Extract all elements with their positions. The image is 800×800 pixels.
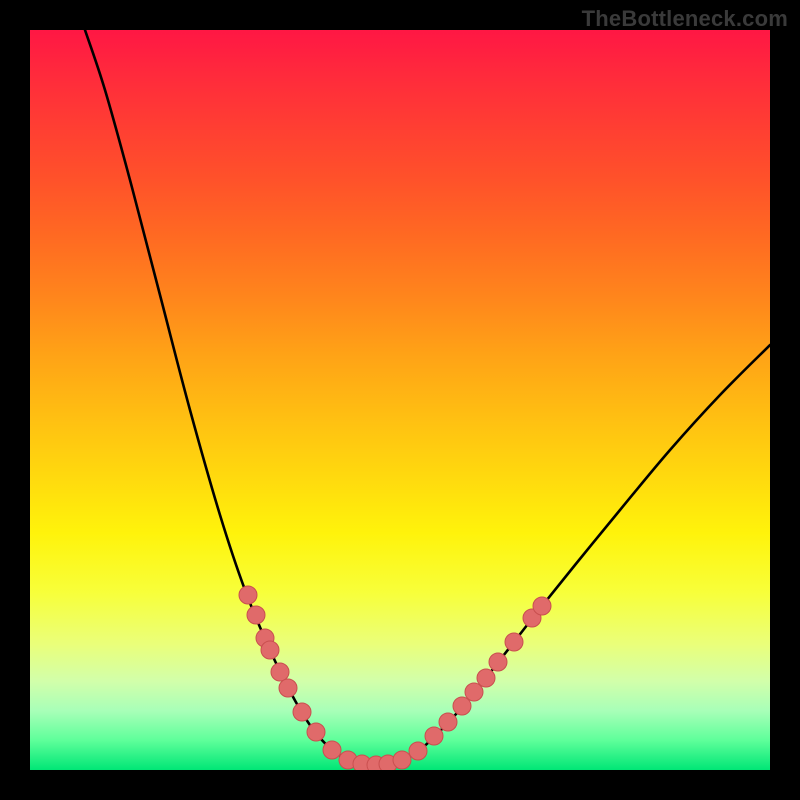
curve-layer xyxy=(30,30,770,770)
plot-area xyxy=(30,30,770,770)
marker-dot xyxy=(439,713,457,731)
marker-dot xyxy=(261,641,279,659)
marker-dot xyxy=(533,597,551,615)
marker-dot xyxy=(409,742,427,760)
marker-dot xyxy=(453,697,471,715)
watermark-text: TheBottleneck.com xyxy=(582,6,788,32)
marker-dot xyxy=(465,683,483,701)
marker-dot xyxy=(239,586,257,604)
marker-dot xyxy=(293,703,311,721)
marker-dot xyxy=(247,606,265,624)
marker-dot xyxy=(425,727,443,745)
marker-dot xyxy=(505,633,523,651)
chart-container: TheBottleneck.com xyxy=(0,0,800,800)
marker-dot xyxy=(271,663,289,681)
marker-dot xyxy=(393,751,411,769)
marker-dot xyxy=(323,741,341,759)
bottleneck-curve xyxy=(85,30,770,766)
marker-dot xyxy=(307,723,325,741)
marker-dot xyxy=(279,679,297,697)
marker-dot xyxy=(477,669,495,687)
marker-dot xyxy=(489,653,507,671)
marker-points xyxy=(239,586,551,770)
